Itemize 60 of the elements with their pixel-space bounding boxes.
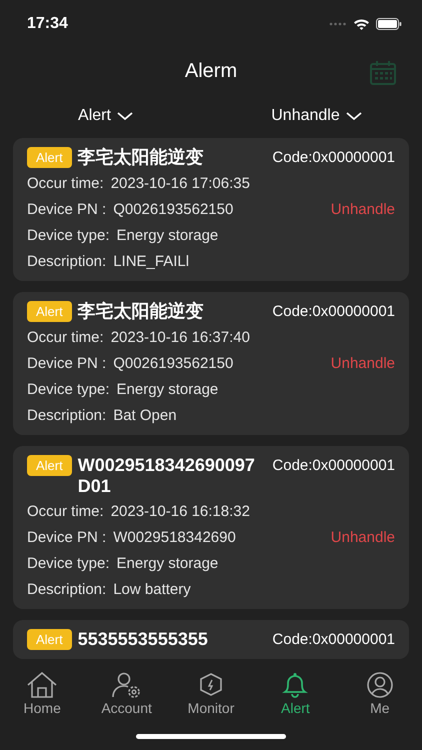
alert-card[interactable]: Alert W0029518342690097D01 Code:0x00000001 Occur time: 2023-10-16 16:18:32 Device PN : W0029518342690 Unhandle Device type: Energy storage Description: Low battery	[13, 446, 409, 610]
field-value: Low battery	[113, 580, 191, 598]
signal-icon	[329, 22, 347, 26]
device-name: W0029518342690097D01	[78, 455, 256, 496]
wifi-icon	[353, 18, 370, 30]
field-label: Device PN :	[27, 528, 106, 546]
account-settings-icon	[110, 672, 143, 698]
field-value: Energy storage	[116, 554, 218, 572]
page-title: Alerm	[184, 60, 238, 82]
alert-card[interactable]: Alert 5535553555355 Code:0x00000001	[13, 620, 409, 660]
tab-item[interactable]: Monitor	[168, 670, 254, 722]
field-value: 2023-10-16 16:18:32	[110, 502, 250, 520]
calendar-icon[interactable]	[370, 61, 396, 85]
field-value: 2023-10-16 16:37:40	[110, 328, 250, 346]
field-label: Occur time:	[27, 174, 104, 192]
status-text: Unhandle	[330, 200, 395, 218]
field-value: Energy storage	[116, 380, 218, 398]
chevron-icon	[346, 112, 362, 120]
status-time: 17:34	[27, 15, 68, 33]
field-label: Device PN :	[27, 354, 106, 372]
field-value: Bat Open	[113, 406, 177, 424]
tab-item[interactable]: Account	[84, 670, 169, 722]
alert-card[interactable]: Alert 李宅太阳能逆变 Code:0x00000001 Occur time: 2023-10-16 17:06:35 Device PN : Q0026193562150 Unhandle Device type: Energy storage Description: LINE_FAILl	[13, 138, 409, 281]
alert-badge: Alert	[27, 629, 72, 650]
tab-item[interactable]: Alert	[253, 670, 338, 722]
filter-dropdown[interactable]: Unhandle	[211, 107, 422, 125]
field-label: Occur time:	[27, 502, 104, 520]
alert-code: Code:0x00000001	[272, 457, 395, 474]
device-name: 5535553555355	[78, 629, 209, 650]
alert-card[interactable]: Alert 李宅太阳能逆变 Code:0x00000001 Occur time: 2023-10-16 16:37:40 Device PN : Q0026193562150 Unhandle Device type: Energy storage Description: Bat Open	[13, 292, 409, 435]
field-value: LINE_FAILl	[113, 252, 190, 270]
field-value: W0029518342690	[113, 528, 236, 546]
chevron-icon	[116, 112, 133, 120]
field-label: Device PN :	[27, 200, 106, 218]
alert-code: Code:0x00000001	[272, 303, 395, 320]
home-icon	[26, 672, 58, 698]
tab-item[interactable]: Home	[0, 670, 84, 722]
status-text: Unhandle	[330, 528, 395, 546]
field-value: Energy storage	[116, 226, 218, 244]
field-label: Occur time:	[27, 328, 104, 346]
alert-code: Code:0x00000001	[272, 631, 395, 648]
alert-badge: Alert	[27, 147, 72, 168]
tab-item[interactable]: Me	[338, 670, 422, 722]
status-text: Unhandle	[330, 354, 395, 372]
filter-dropdown[interactable]: Alert	[0, 107, 211, 125]
field-label: Device type:	[27, 380, 110, 398]
field-label: Device type:	[27, 226, 110, 244]
field-label: Device type:	[27, 554, 110, 572]
battery-icon	[376, 18, 402, 30]
field-label: Description:	[27, 580, 106, 598]
field-value: Q0026193562150	[113, 354, 234, 372]
field-value: Q0026193562150	[113, 200, 234, 218]
alert-badge: Alert	[27, 455, 72, 476]
alert-code: Code:0x00000001	[272, 149, 395, 166]
alert-badge: Alert	[27, 301, 72, 322]
device-name: 李宅太阳能逆变	[78, 301, 205, 322]
field-label: Description:	[27, 406, 106, 424]
field-label: Description:	[27, 252, 106, 270]
field-value: 2023-10-16 17:06:35	[110, 174, 250, 192]
device-name: 李宅太阳能逆变	[78, 147, 205, 168]
